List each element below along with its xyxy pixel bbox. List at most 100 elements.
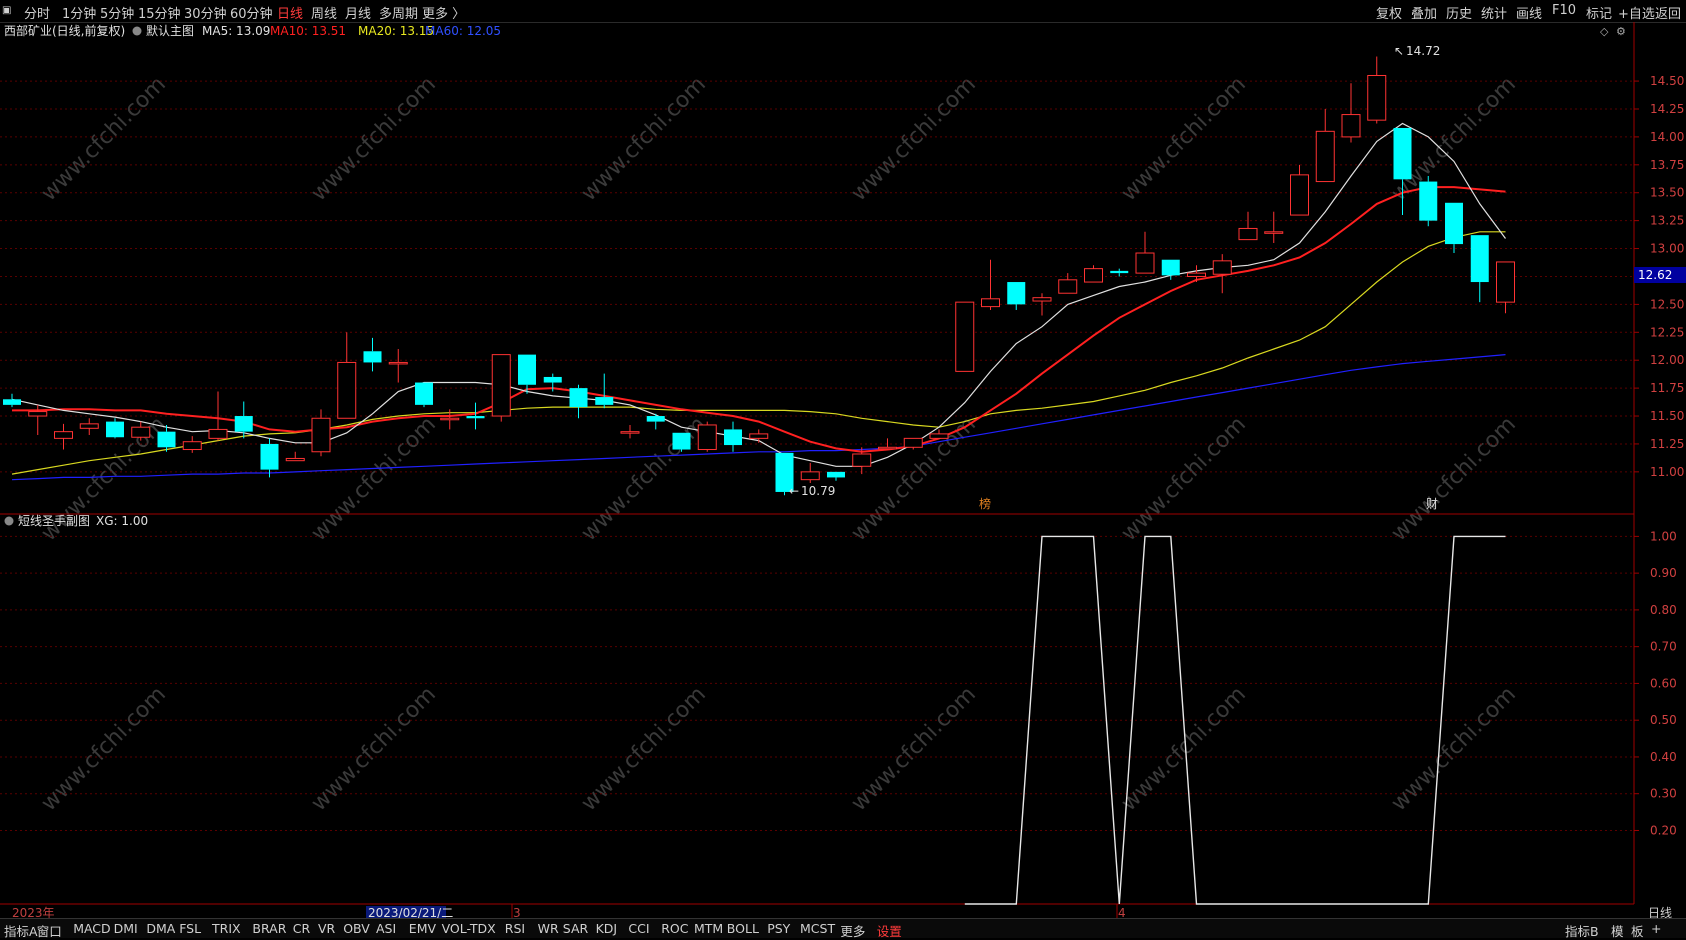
candle <box>1419 175 1438 227</box>
candle-body-up <box>388 361 408 365</box>
indicator-right-tab-2[interactable]: 板 <box>1631 921 1644 940</box>
indicator-tab-4[interactable]: DMA <box>146 921 175 936</box>
indicator-tab-25[interactable]: 设置 <box>877 921 902 940</box>
period-tab-1min[interactable]: 1分钟 <box>62 3 96 22</box>
price-tick-label: 12.25 <box>1650 325 1684 339</box>
candle <box>311 409 331 457</box>
candle <box>724 421 742 452</box>
candle-body-down <box>106 421 124 438</box>
period-tab-30min[interactable]: 30分钟 <box>184 3 227 22</box>
add-watchlist-button[interactable]: +自选 <box>1618 3 1655 22</box>
candle-body-up <box>929 433 949 439</box>
candle-body-down <box>363 351 382 363</box>
indicator-tab-19[interactable]: ROC <box>661 921 688 936</box>
sub-indicator-title[interactable]: 短线圣手副图 <box>18 514 90 528</box>
candle-body-up <box>1135 252 1155 274</box>
indicator-tab-0[interactable]: 指标A <box>4 921 38 940</box>
mark-button[interactable]: 标记 <box>1586 3 1612 22</box>
draw-button[interactable]: 画线 <box>1516 3 1542 22</box>
indicator-tick-label: 0.20 <box>1650 823 1677 837</box>
indicator-tab-17[interactable]: KDJ <box>596 921 618 936</box>
indicator-tab-11[interactable]: ASI <box>376 921 396 936</box>
indicator-tab-23[interactable]: MCST <box>800 921 835 936</box>
indicator-tick-label: 0.90 <box>1650 566 1677 580</box>
indicator-right-tab-1[interactable]: 模 <box>1611 921 1624 940</box>
stock-title: 西部矿业(日线,前复权) <box>4 23 125 38</box>
overlay-button[interactable]: 叠加 <box>1411 3 1437 22</box>
period-tab-60min[interactable]: 60分钟 <box>230 3 273 22</box>
indicator-tab-1[interactable]: 窗口 <box>37 921 62 940</box>
indicator-tab-10[interactable]: OBV <box>343 921 370 936</box>
indicator-tab-20[interactable]: MTM <box>694 921 723 936</box>
candle-body-up <box>285 457 305 462</box>
indicator-tab-12[interactable]: EMV <box>409 921 436 936</box>
indicator-right-tab-0[interactable]: 指标B <box>1565 921 1599 940</box>
period-tab-fenshi[interactable]: 分时 <box>24 3 50 22</box>
indicator-tab-2[interactable]: MACD <box>73 921 110 936</box>
period-tab-more[interactable]: 更多 〉 <box>422 3 465 22</box>
candle <box>54 423 73 450</box>
history-button[interactable]: 历史 <box>1446 3 1472 22</box>
candle-body-up <box>697 424 717 451</box>
watermark-text: www.cfchi.com <box>1387 682 1521 816</box>
stats-button[interactable]: 统计 <box>1481 3 1507 22</box>
candle <box>337 332 357 419</box>
high-price-marker: 14.72 <box>1406 44 1440 58</box>
menu-icon[interactable]: ▣ <box>2 5 11 16</box>
chart-area[interactable]: www.cfchi.com www.cfchi.com www.cfchi.com w… <box>0 22 1686 922</box>
indicator-tick-label: 1.00 <box>1650 529 1677 543</box>
indicator-toggle-icon[interactable] <box>132 26 142 36</box>
period-tab-multi[interactable]: 多周期 <box>379 3 418 22</box>
indicator-tick-label: 0.30 <box>1650 787 1677 801</box>
indicator-tab-13[interactable]: VOL-TDX <box>442 921 496 936</box>
candle-body-down <box>466 416 485 419</box>
indicator-tab-24[interactable]: 更多 <box>840 921 865 940</box>
indicator-right-tab-3[interactable]: + <box>1651 921 1661 936</box>
indicator-tab-7[interactable]: BRAR <box>252 921 286 936</box>
sub-indicator-toggle-icon[interactable] <box>4 516 14 526</box>
candle <box>1212 254 1232 294</box>
watermark-text: www.cfchi.com <box>1117 72 1251 206</box>
indicator-tab-5[interactable]: FSL <box>179 921 201 936</box>
indicator-tab-15[interactable]: WR <box>538 921 559 936</box>
indicator-tab-8[interactable]: CR <box>293 921 310 936</box>
watermark-text: www.cfchi.com <box>307 72 441 206</box>
main-indicator-name[interactable]: 默认主图 <box>146 23 194 38</box>
indicator-tab-21[interactable]: BOLL <box>727 921 759 936</box>
price-tick-label: 13.75 <box>1650 158 1684 172</box>
period-tab-monthly[interactable]: 月线 <box>345 3 371 22</box>
candle-body-down <box>724 429 742 446</box>
kline-chart-svg[interactable]: www.cfchi.com www.cfchi.com www.cfchi.com w… <box>0 22 1686 922</box>
indicator-tab-16[interactable]: SAR <box>563 921 588 936</box>
event-label-rank[interactable]: 榜 <box>979 496 991 511</box>
period-tab-weekly[interactable]: 周线 <box>311 3 337 22</box>
indicator-tab-9[interactable]: VR <box>318 921 335 936</box>
watermark-text: www.cfchi.com <box>577 412 711 546</box>
candle <box>1393 127 1412 216</box>
candle-body-up <box>79 423 99 429</box>
indicator-tab-14[interactable]: RSI <box>505 921 525 936</box>
candle-body-up <box>852 453 872 467</box>
indicator-tab-18[interactable]: CCI <box>628 921 649 936</box>
adjust-button[interactable]: 复权 <box>1376 3 1402 22</box>
candle-body-up <box>1341 114 1361 138</box>
period-tab-15min[interactable]: 15分钟 <box>138 3 181 22</box>
back-button[interactable]: 返回 <box>1655 3 1681 22</box>
price-tick-label: 14.00 <box>1650 130 1684 144</box>
candle-body-down <box>646 416 665 422</box>
settings-icon[interactable]: ⚙ <box>1616 25 1626 38</box>
candle <box>388 349 408 383</box>
candle-body-down <box>1470 235 1489 283</box>
diamond-icon[interactable]: ◇ <box>1600 25 1609 38</box>
f10-button[interactable]: F10 <box>1552 3 1576 18</box>
period-tab-daily[interactable]: 日线 <box>277 3 303 22</box>
period-tab-5min[interactable]: 5分钟 <box>100 3 134 22</box>
low-price-marker: 10.79 <box>801 484 835 498</box>
event-label-finance[interactable]: 财 <box>1426 497 1438 511</box>
indicator-tab-22[interactable]: PSY <box>767 921 790 936</box>
indicator-tab-6[interactable]: TRIX <box>212 921 241 936</box>
indicator-tab-3[interactable]: DMI <box>114 921 138 936</box>
price-tick-label: 11.25 <box>1650 437 1684 451</box>
ma5-label: MA5: 13.09 <box>202 24 270 38</box>
candle <box>672 432 691 452</box>
